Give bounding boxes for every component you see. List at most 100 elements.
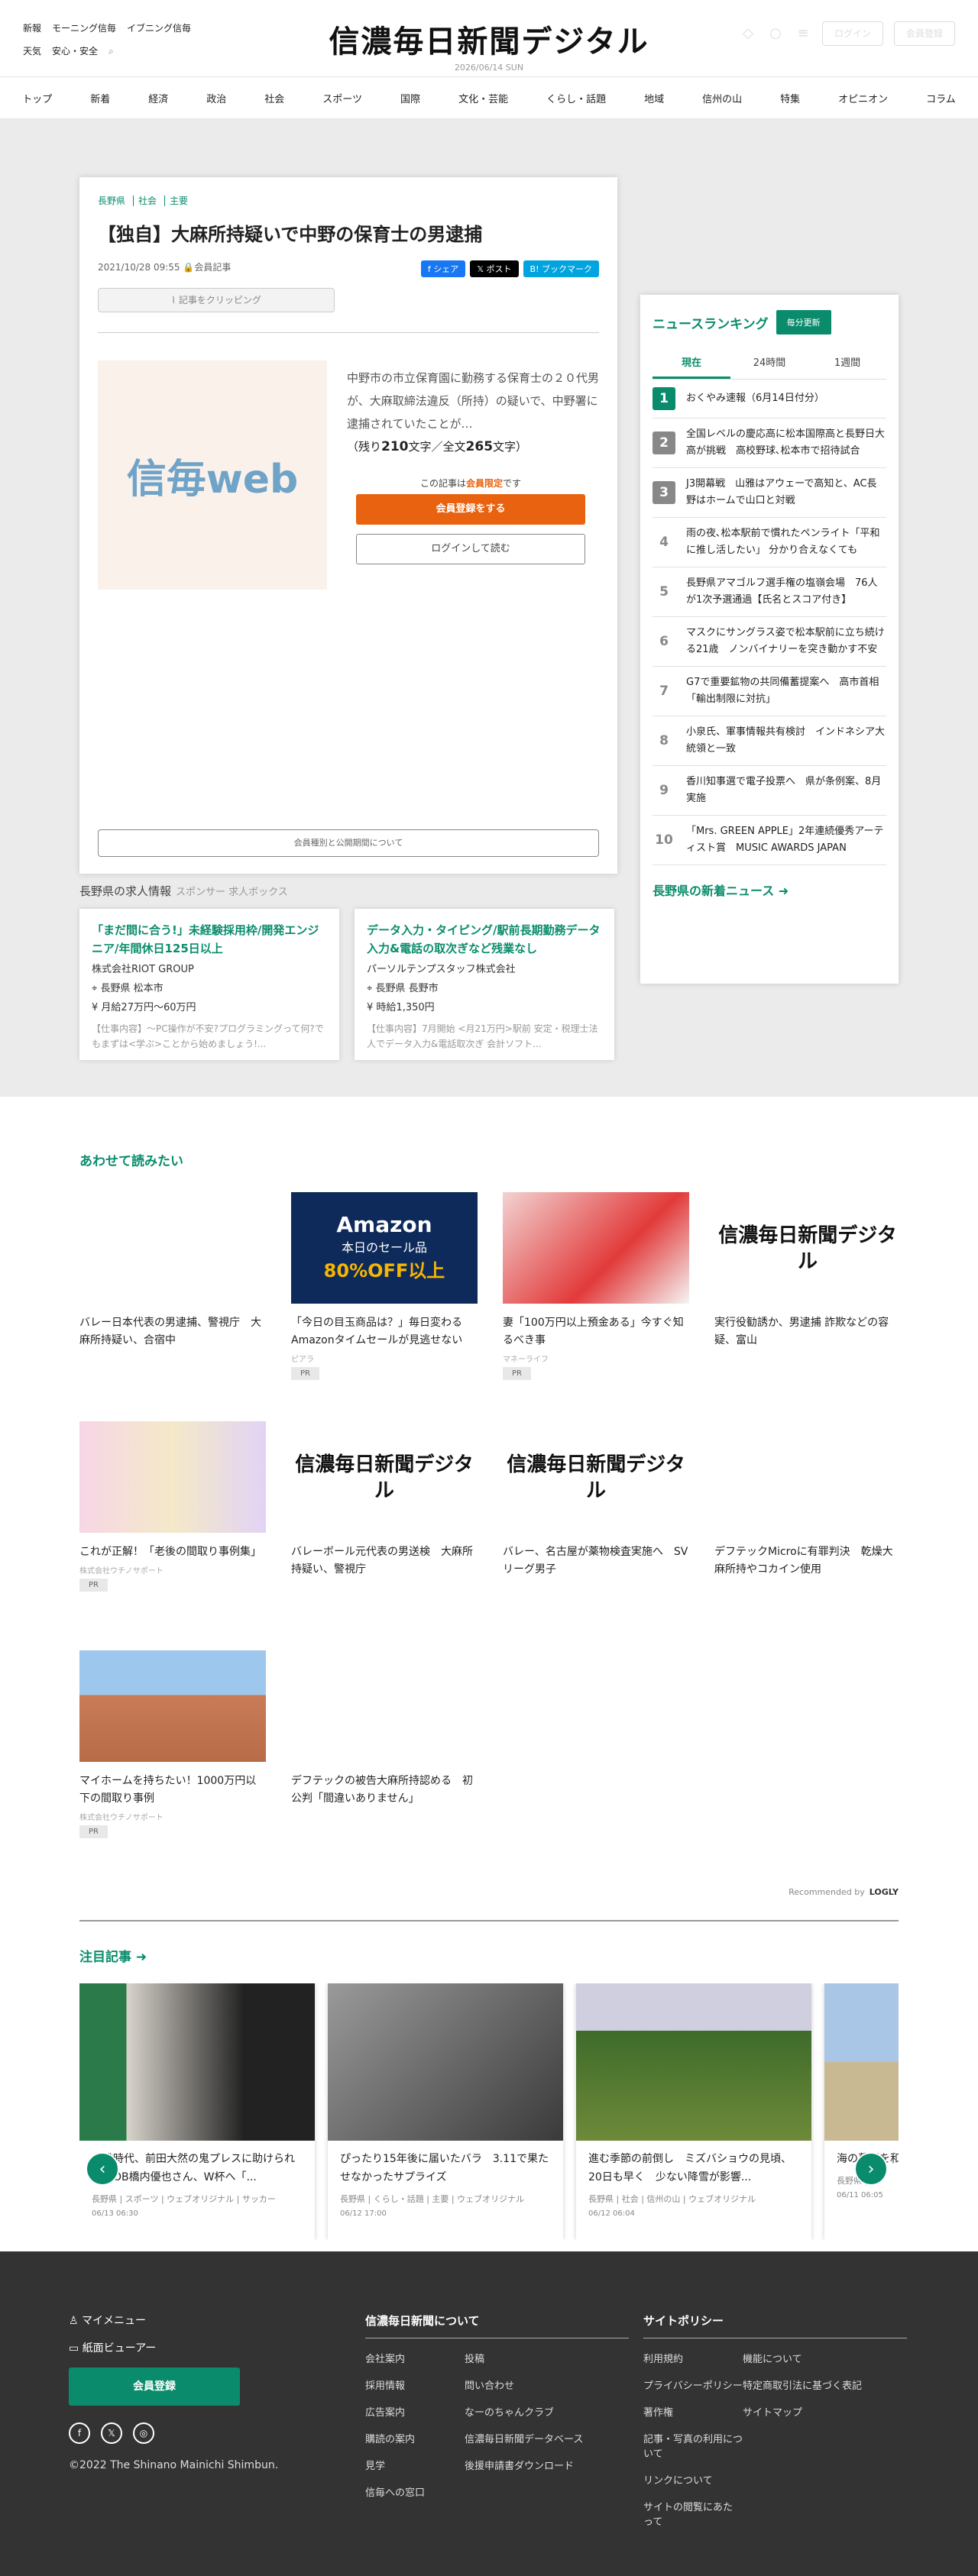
tab-24h[interactable]: 24時間 <box>730 347 808 379</box>
ranking-item[interactable]: 3 J3開幕戦 山雅はアウェーで高知と、AC長野はホームで山口と対戦 <box>653 468 886 518</box>
footer-register-button[interactable]: 会員登録 <box>69 2368 240 2406</box>
footer-link[interactable]: 特定商取引法に基づく表記 <box>743 2377 895 2392</box>
ranking-item[interactable]: 8 小泉氏、軍事情報共有検討 インドネシア大統領と一致 <box>653 716 886 766</box>
job-desc: 【仕事内容】～PC操作が不安?プログラミングって何?でもまずは<学ぶ>ことから始… <box>92 1023 324 1049</box>
carousel-prev-button[interactable]: ‹ <box>86 2152 119 2186</box>
ranking-item[interactable]: 9 香川知事選で電子投票へ 県が条例案、8月実施 <box>653 766 886 816</box>
my-menu-link[interactable]: ♙ マイメニュー <box>69 2313 278 2328</box>
job-card[interactable]: 「まだ間に合う!」未経験採用枠/開発エンジニア/年間休日125日以上 株式会社R… <box>79 909 339 1060</box>
member-register-button[interactable]: 会員登録をする <box>356 494 585 525</box>
hatena-bookmark-button[interactable]: B! ブックマーク <box>523 260 599 277</box>
tag[interactable]: 社会 <box>138 196 166 206</box>
nav-item[interactable]: コラム <box>907 91 975 105</box>
footer-link[interactable]: 採用情報 <box>365 2377 465 2392</box>
featured-card[interactable]: ぴったり15年後に届いたバラ 3.11で果たせなかったサプライズ 長野県 | くら… <box>328 1983 563 2240</box>
related-image <box>79 1192 266 1304</box>
newspaper-logo: 信濃毎日新聞デジタル <box>718 1224 897 1273</box>
membership-info-button[interactable]: 会員種別と公開期間について <box>98 829 599 857</box>
footer-link[interactable]: サイトの閲覧にあたって <box>643 2499 743 2528</box>
newspaper-logo: 信濃毎日新聞デジタル <box>295 1453 474 1502</box>
footer-link[interactable]: 記事・写真の利用について <box>643 2431 743 2460</box>
register-button[interactable]: 会員登録 <box>894 21 955 46</box>
login-button[interactable]: ログイン <box>822 21 883 46</box>
tab-now[interactable]: 現在 <box>653 347 730 379</box>
footer-link[interactable]: 広告案内 <box>365 2404 465 2419</box>
rank-number: 10 <box>655 832 673 848</box>
footer-link[interactable]: リンクについて <box>643 2472 743 2487</box>
related-card[interactable]: デフテックの被告大麻所持認める 初公判「間違いありません」 <box>291 1650 478 1879</box>
job-card[interactable]: データ入力・タイピング/駅前長期勤務データ入力&電話の取次ぎなど残業なし パーソ… <box>355 909 614 1060</box>
x-icon[interactable]: 𝕏 <box>101 2422 122 2444</box>
footer-link[interactable]: プライバシーポリシー <box>643 2377 743 2392</box>
ranking-item[interactable]: 1 おくやみ速報（6月14日付分） <box>653 380 886 419</box>
pin-icon: ⌖ <box>92 983 98 994</box>
clip-button[interactable]: ⌇ 記事をクリッピング <box>98 288 335 312</box>
nav-item[interactable]: 国際 <box>381 91 439 105</box>
footer-link[interactable]: 見学 <box>365 2458 465 2472</box>
menu-icon[interactable]: ≡ <box>795 25 811 42</box>
instagram-icon[interactable]: ◎ <box>133 2422 154 2444</box>
ranking-item[interactable]: 2 全国レベルの慶応高に松本国際高と長野日大高が挑戦 高校野球､松本市で招待試合 <box>653 419 886 468</box>
ranking-item[interactable]: 10 「Mrs. GREEN APPLE」2年連続優秀アーティスト賞 MUSIC … <box>653 816 886 865</box>
related-card[interactable]: デフテックMicroに有罪判決 乾燥大麻所持やコカイン使用 <box>714 1421 901 1650</box>
nav-item[interactable]: 政治 <box>187 91 245 105</box>
article-area: 長野県 社会 主要 【独自】大麻所持疑いで中野の保育士の男逮捕 2021/10/28… <box>0 119 978 1097</box>
tag[interactable]: 長野県 <box>98 196 134 206</box>
facebook-share-button[interactable]: f シェア <box>420 260 466 277</box>
footer-link[interactable]: サイトマップ <box>743 2404 895 2419</box>
related-card[interactable]: Amazon 本日のセール品 80%OFF以上 「今日の目玉商品は？」毎日変わるAma… <box>291 1192 478 1421</box>
footer-link[interactable]: なーのちゃんクラブ <box>465 2404 617 2419</box>
nav-item[interactable]: オピニオン <box>819 91 907 105</box>
nav-item[interactable]: 社会 <box>245 91 303 105</box>
footer-link[interactable]: 後援申請書ダウンロード <box>465 2458 617 2472</box>
footer-link[interactable]: 信濃毎日新聞データベース <box>465 2431 617 2445</box>
user-icon[interactable]: ○ <box>767 25 784 42</box>
footer-link[interactable]: 著作権 <box>643 2404 743 2419</box>
nav-item[interactable]: 地域 <box>625 91 683 105</box>
related-headline: デフテックMicroに有罪判決 乾燥大麻所持やコカイン使用 <box>714 1546 893 1576</box>
viewer-link[interactable]: ▭ 紙面ビューアー <box>69 2340 278 2355</box>
related-card[interactable]: 妻「100万円以上預金ある」今すぐ知るべき事 マネーライフ PR <box>503 1192 689 1421</box>
rank-headline: J3開幕戦 山雅はアウェーで高知と、AC長野はホームで山口と対戦 <box>686 478 877 506</box>
featured-card[interactable]: 海の幕張を和」な景色長野県 | く06/11 06:05 <box>824 1983 899 2240</box>
ranking-item[interactable]: 6 マスクにサングラス姿で松本駅前に立ち続ける21歳 ノンバイナリーを突き動かす不… <box>653 617 886 667</box>
facebook-icon[interactable]: f <box>69 2422 90 2444</box>
carousel-next-button[interactable]: › <box>854 2152 888 2186</box>
header-actions: ◇ ○ ≡ ログイン 会員登録 <box>740 21 955 46</box>
featured-card[interactable]: 進む季節の前倒し ミズバショウの見頃、20日も早く 少ない降雪が影響... 長野県… <box>576 1983 811 2240</box>
tag[interactable]: 主要 <box>170 196 196 206</box>
ranking-item[interactable]: 7 G7で重要鉱物の共同備蓄提案へ 高市首相「輸出制限に対抗」 <box>653 667 886 716</box>
related-card[interactable]: 信濃毎日新聞デジタル 実行役勧誘か、男逮捕 詐欺などの容疑、富山 <box>714 1192 901 1421</box>
related-card[interactable]: これが正解！「老後の間取り事例集」 株式会社ウチノサポート PR <box>79 1421 266 1650</box>
nav-item[interactable]: 文化・芸能 <box>439 91 527 105</box>
nav-item[interactable]: くらし・話題 <box>527 91 625 105</box>
nav-item[interactable]: トップ <box>3 91 71 105</box>
nav-item[interactable]: スポーツ <box>303 91 381 105</box>
nav-item[interactable]: 経済 <box>129 91 187 105</box>
footer-link[interactable]: 機能について <box>743 2351 895 2365</box>
footer-link[interactable]: 会社案内 <box>365 2351 465 2365</box>
featured-card[interactable]: 山雅時代、前田大然の鬼プレスに助けられた OB橋内優也さん、W杯へ「... 長野県… <box>79 1983 315 2240</box>
related-card[interactable]: 信濃毎日新聞デジタル バレー、名古屋が薬物検査実施へ SVリーグ男子 <box>503 1421 689 1650</box>
x-post-button[interactable]: 𝕏 ポスト <box>470 260 519 277</box>
related-card[interactable]: マイホームを持ちたい！1000万円以下の間取り事例 株式会社ウチノサポート PR <box>79 1650 266 1879</box>
featured-title: 注目記事 ➜ <box>79 1946 899 1965</box>
related-card[interactable]: バレー日本代表の男逮捕、警視庁 大麻所持疑い、合宿中 <box>79 1192 266 1421</box>
nav-item[interactable]: 新着 <box>71 91 129 105</box>
bell-icon[interactable]: ◇ <box>740 25 756 42</box>
nagano-new-link[interactable]: 長野県の新着ニュース ➜ <box>653 881 886 899</box>
nav-item[interactable]: 信州の山 <box>683 91 761 105</box>
tab-week[interactable]: 1週間 <box>808 347 886 379</box>
footer-link[interactable]: 購読の案内 <box>365 2431 465 2445</box>
footer-link[interactable]: 問い合わせ <box>465 2377 617 2392</box>
footer-link[interactable]: 利用規約 <box>643 2351 743 2365</box>
ranking-item[interactable]: 5 長野県アマゴルフ選手権の塩嶺会場 76人が1次予選通過【氏名とスコア付き】 <box>653 567 886 617</box>
related-card[interactable]: 信濃毎日新聞デジタル バレーボール元代表の男送検 大麻所持疑い、警視庁 <box>291 1421 478 1650</box>
footer-link[interactable]: 投稿 <box>465 2351 617 2365</box>
arrow-right-icon[interactable]: ➜ <box>136 1950 147 1965</box>
login-read-button[interactable]: ログインして読む <box>356 534 585 564</box>
footer-link[interactable]: 信毎への窓口 <box>365 2484 465 2499</box>
remain-number: 210 <box>381 439 409 454</box>
ranking-item[interactable]: 4 雨の夜､松本駅前で慣れたペンライト「平和に推し活したい」 分かり合えなくても <box>653 518 886 567</box>
nav-item[interactable]: 特集 <box>761 91 819 105</box>
